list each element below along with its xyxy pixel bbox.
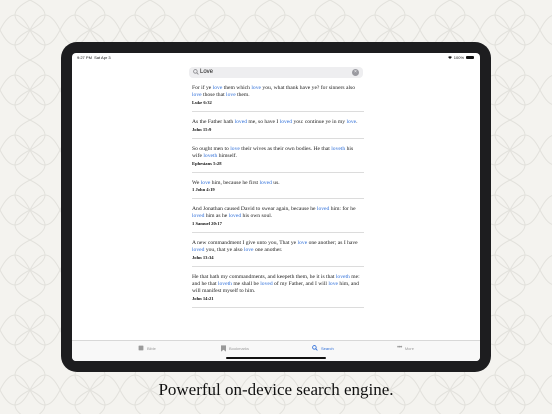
book-icon	[138, 345, 144, 351]
status-time-text: 9:27 PM	[77, 55, 92, 60]
verse-segment: their wives as their own bodies. He that	[239, 145, 332, 152]
app-screen: 9:27 PM Sat Apr 3 100% × For if ye love …	[72, 53, 480, 361]
verse-segment: one another; as I have	[307, 240, 358, 247]
search-results: For if ye love them which love you, what…	[192, 85, 364, 315]
verse-text: For if ye love them which love you, what…	[192, 85, 364, 99]
match-highlight: love	[346, 118, 357, 125]
verse-segment: me shall be	[231, 281, 261, 288]
verse-segment: himself.	[217, 152, 237, 159]
wifi-icon	[447, 56, 452, 59]
verse-reference: John 13:34	[192, 255, 214, 261]
verse-segment: him: for he	[329, 206, 356, 213]
match-highlight: loveth	[335, 274, 350, 281]
verse-segment: .	[356, 118, 358, 125]
home-indicator	[226, 357, 326, 359]
verse-text: So ought men to love their wives as thei…	[192, 146, 364, 160]
tab-bible[interactable]: Bible	[138, 345, 156, 351]
verse-text: We love him, because he first loved us.	[192, 180, 364, 187]
verse-segment: of my Father, and I will	[272, 281, 329, 288]
match-highlight: loveth	[217, 281, 232, 288]
match-highlight: love	[230, 145, 240, 152]
clear-icon[interactable]: ×	[352, 69, 359, 76]
match-highlight: loved	[234, 118, 248, 125]
match-highlight: love	[226, 92, 236, 99]
tab-more-label: More	[404, 345, 414, 351]
verse-segment: We	[192, 179, 201, 186]
result-item[interactable]: A new commandment I give unto you, That …	[192, 240, 364, 268]
result-item[interactable]: For if ye love them which love you, what…	[192, 85, 364, 112]
verse-segment: those that	[201, 92, 227, 99]
status-right: 100%	[447, 55, 474, 60]
verse-segment: As the Father hath	[192, 118, 235, 125]
verse-segment: A new commandment I give unto you, That …	[192, 240, 298, 247]
verse-reference: Ephesians 5:28	[192, 160, 222, 166]
match-highlight: love	[212, 85, 223, 91]
search-icon	[312, 345, 318, 351]
status-bar: 9:27 PM Sat Apr 3 100%	[72, 53, 480, 63]
tab-search-label: Search	[321, 345, 334, 351]
tab-search[interactable]: Search	[312, 345, 334, 351]
verse-segment: him as he	[204, 213, 229, 220]
bookmark-icon	[221, 345, 226, 352]
verse-segment: So ought men to	[192, 145, 231, 152]
match-highlight: loveth	[203, 152, 218, 159]
verse-reference: Luke 6:32	[192, 99, 212, 105]
verse-segment: And Jonathan caused David to swear again…	[192, 206, 317, 213]
status-time: 9:27 PM Sat Apr 3	[77, 55, 111, 60]
verse-segment: He that hath my commandments, and keepet…	[192, 274, 336, 281]
result-item[interactable]: And Jonathan caused David to swear again…	[192, 206, 364, 234]
verse-reference: 1 John 4:19	[192, 187, 215, 193]
match-highlight: loved	[260, 281, 273, 288]
tab-bar: Bible Bookmarks Search ••• More	[72, 340, 480, 361]
verse-text: A new commandment I give unto you, That …	[192, 240, 364, 254]
tab-bible-label: Bible	[147, 345, 156, 351]
tablet-device: 9:27 PM Sat Apr 3 100% × For if ye love …	[61, 42, 491, 372]
ellipsis-icon: •••	[397, 345, 402, 351]
tab-more[interactable]: ••• More	[397, 345, 414, 351]
promo-caption: Powerful on-device search engine.	[158, 380, 394, 399]
match-highlight: love	[192, 92, 202, 99]
verse-text: As the Father hath loved me, so have I l…	[192, 119, 364, 126]
verse-text: And Jonathan caused David to swear again…	[192, 206, 364, 220]
verse-segment: For if ye	[192, 85, 213, 91]
result-item[interactable]: So ought men to love their wives as thei…	[192, 146, 364, 173]
match-highlight: love	[328, 281, 338, 288]
match-highlight: loved	[192, 213, 205, 220]
verse-segment: us.	[271, 179, 280, 186]
match-highlight: love	[200, 179, 211, 186]
match-highlight: love	[297, 240, 308, 247]
verse-segment: one another.	[253, 247, 283, 254]
search-bar[interactable]: ×	[189, 67, 363, 78]
match-highlight: love	[251, 85, 262, 91]
match-highlight: loved	[259, 179, 272, 186]
verse-text: He that hath my commandments, and keepet…	[192, 274, 364, 296]
verse-segment: me, so have I	[247, 118, 280, 125]
verse-reference: John 15:9	[192, 126, 212, 132]
match-highlight: loved	[316, 206, 330, 213]
result-item[interactable]: As the Father hath loved me, so have I l…	[192, 119, 364, 139]
battery-icon	[466, 56, 474, 59]
search-input[interactable]	[200, 67, 340, 78]
tab-bookmarks-label: Bookmarks	[229, 346, 250, 351]
status-date-text: Sat Apr 3	[94, 55, 111, 60]
verse-reference: 1 Samuel 20:17	[192, 221, 222, 227]
verse-segment: you: continue ye in my	[292, 118, 347, 125]
match-highlight: loved	[228, 213, 242, 220]
match-highlight: loved	[279, 118, 293, 125]
verse-segment: them which	[222, 85, 252, 91]
result-item[interactable]: We love him, because he first loved us. 1…	[192, 180, 364, 200]
match-highlight: love	[243, 247, 254, 254]
verse-segment: him, because he first	[210, 179, 260, 186]
match-highlight: loveth	[331, 145, 346, 152]
tab-bookmarks[interactable]: Bookmarks	[221, 345, 249, 352]
verse-reference: John 14:21	[192, 296, 214, 302]
verse-segment: them.	[235, 92, 250, 99]
verse-segment: you, what thank have ye? for sinners als…	[261, 85, 355, 91]
match-highlight: loved	[192, 247, 205, 254]
search-icon	[193, 69, 199, 75]
result-item[interactable]: He that hath my commandments, and keepet…	[192, 274, 364, 309]
verse-segment: you, that ye also	[204, 247, 244, 254]
battery-percent: 100%	[453, 55, 464, 60]
verse-segment: his own soul.	[241, 213, 273, 220]
